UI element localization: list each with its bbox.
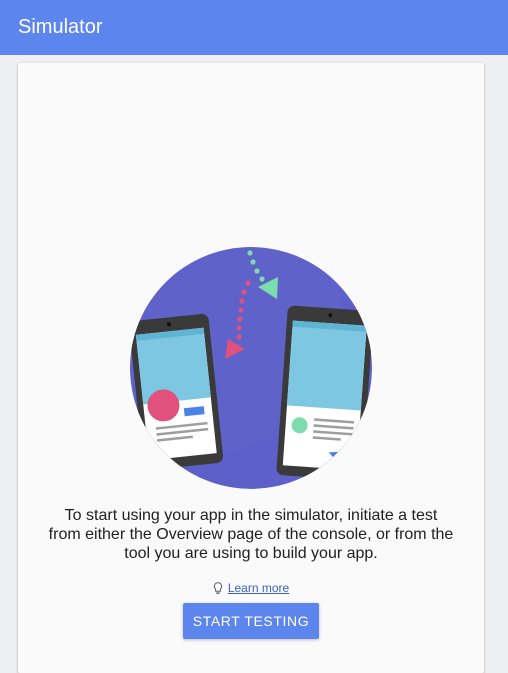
app-title: Simulator	[18, 16, 103, 38]
learn-more-row: Learn more	[18, 581, 484, 595]
empty-state-message: To start using your app in the simulator…	[48, 507, 454, 562]
simulator-card: To start using your app in the simulator…	[18, 63, 484, 673]
lightbulb-icon	[213, 581, 222, 594]
start-testing-button[interactable]: START TESTING	[183, 603, 319, 639]
learn-more-link[interactable]: Learn more	[228, 581, 289, 595]
top-app-bar: Simulator	[0, 0, 508, 55]
simulator-illustration	[130, 247, 372, 489]
